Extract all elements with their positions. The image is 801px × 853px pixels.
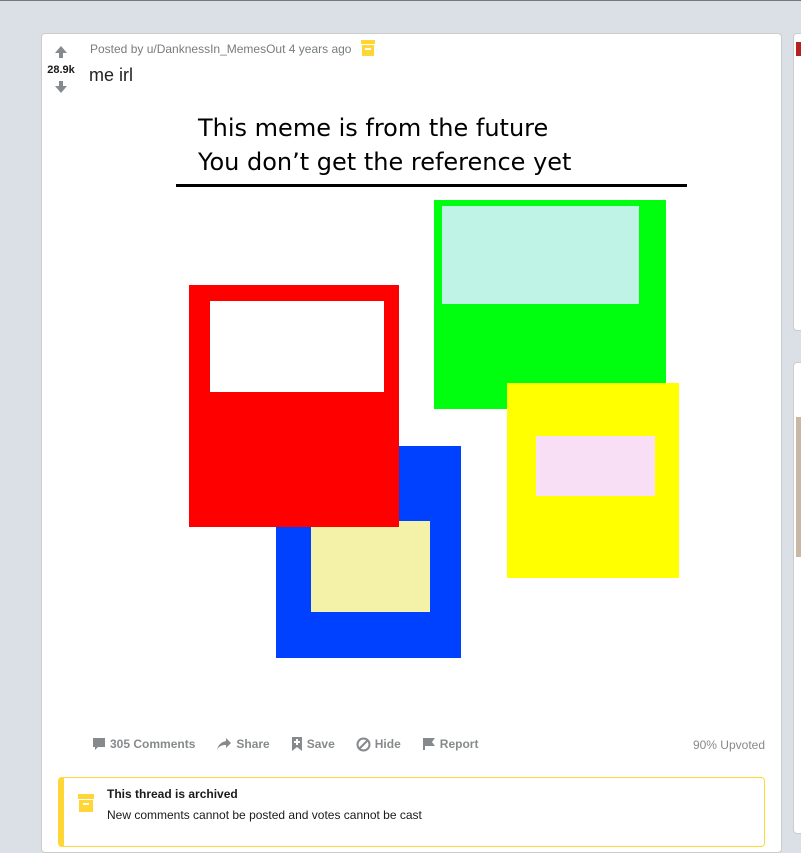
upvote-arrow-icon[interactable]: [54, 45, 68, 59]
white-inner-rect: [210, 301, 384, 392]
downvote-arrow-icon[interactable]: [54, 80, 68, 94]
hide-icon: [356, 737, 371, 751]
sidebar-card: [793, 33, 801, 331]
hide-button[interactable]: Hide: [356, 737, 401, 752]
report-button[interactable]: Report: [422, 737, 479, 751]
meme-caption-line-2: You don’t get the reference yet: [197, 148, 571, 176]
report-flag-icon: [422, 738, 435, 750]
comments-button[interactable]: 305 Comments: [92, 737, 195, 751]
save-icon: [291, 737, 302, 751]
save-button[interactable]: Save: [291, 736, 335, 752]
share-button[interactable]: Share: [216, 737, 270, 751]
share-label: Share: [236, 737, 270, 751]
report-label: Report: [439, 737, 479, 751]
top-border: [0, 0, 801, 1]
sidebar-logo-fragment: [796, 42, 801, 56]
post-title[interactable]: me irl: [89, 65, 133, 86]
archived-title: This thread is archived: [107, 787, 238, 801]
lavender-inner-rect: [536, 436, 655, 496]
archive-box-icon: [78, 794, 94, 812]
share-icon: [217, 738, 232, 750]
archive-box-icon: [360, 40, 375, 57]
post-actions: 305 Comments Share Save Hide Report: [92, 736, 499, 752]
cream-inner-rect: [311, 521, 430, 612]
meme-caption-line-1: This meme is from the future: [197, 114, 548, 142]
meme-image[interactable]: This meme is from the future You don’t g…: [140, 106, 730, 726]
hide-label: Hide: [374, 737, 401, 751]
archived-notice: This thread is archived New comments can…: [58, 777, 765, 847]
save-label: Save: [306, 737, 335, 751]
archived-text: New comments cannot be posted and votes …: [107, 808, 422, 822]
meme-divider-line: [176, 184, 687, 187]
mint-inner-rect: [442, 206, 639, 304]
comment-icon: [93, 738, 105, 750]
sidebar-card-2: [793, 362, 801, 834]
posted-by[interactable]: Posted by u/DanknessIn_MemesOut 4 years …: [90, 42, 351, 56]
comments-label: 305 Comments: [110, 737, 196, 751]
post-meta: Posted by u/DanknessIn_MemesOut 4 years …: [90, 40, 375, 57]
upvote-ratio: 90% Upvoted: [692, 738, 765, 752]
vote-count: 28.9k: [47, 64, 75, 76]
sidebar-image-fragment: [796, 417, 801, 557]
vote-column: 28.9k: [46, 45, 76, 94]
